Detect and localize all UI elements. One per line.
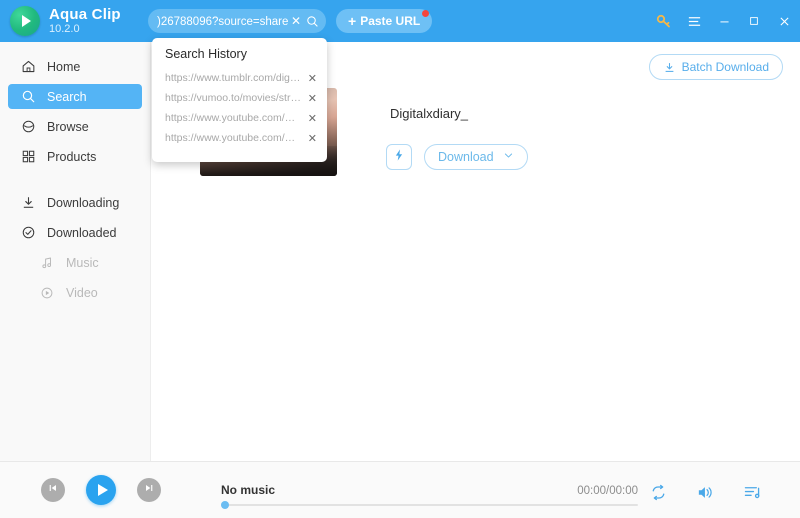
search-history-dropdown: Search History https://www.tumblr.com/di… [152, 38, 327, 162]
app-logo: Aqua Clip 10.2.0 [10, 6, 121, 36]
sidebar-item-label: Search [47, 89, 87, 104]
search-history-item[interactable]: https://vumoo.to/movies/stra... ✕ [152, 88, 327, 108]
sidebar-divider-space [0, 174, 150, 190]
title-bar: Aqua Clip 10.2.0 )26788096?source=share … [0, 0, 800, 42]
sidebar-item-label: Browse [47, 119, 89, 134]
history-url: https://www.tumblr.com/digita... [165, 72, 302, 84]
skip-next-icon [143, 481, 155, 499]
video-play-icon [40, 286, 57, 300]
logo-play-triangle-icon [22, 15, 31, 27]
repeat-icon[interactable] [649, 483, 668, 502]
music-note-icon [40, 256, 57, 270]
progress-knob[interactable] [221, 501, 229, 509]
search-icon [21, 89, 38, 104]
quick-download-button[interactable] [386, 144, 412, 170]
sidebar-item-label: Downloading [47, 195, 120, 210]
playlist-icon[interactable] [743, 483, 762, 502]
close-icon[interactable]: ✕ [308, 72, 317, 85]
play-circle-logo-icon [10, 6, 40, 36]
app-window: Aqua Clip 10.2.0 )26788096?source=share … [0, 0, 800, 518]
search-history-item[interactable]: https://www.youtube.com/wat... ✕ [152, 128, 327, 148]
sidebar-item-downloaded[interactable]: Downloaded [8, 220, 142, 245]
history-url: https://www.youtube.com/wat... [165, 112, 302, 124]
compass-icon [21, 119, 38, 134]
sidebar-item-label: Music [66, 255, 99, 270]
history-url: https://vumoo.to/movies/stra... [165, 92, 302, 104]
progress-bar[interactable] [221, 501, 638, 509]
close-icon[interactable]: ✕ [308, 132, 317, 145]
volume-icon[interactable] [696, 483, 715, 502]
sidebar-item-label: Video [66, 285, 98, 300]
result-title: Digitalxdiary_ [390, 106, 469, 121]
search-magnifier-icon[interactable] [306, 15, 319, 28]
lightning-bolt-icon [392, 148, 406, 167]
previous-button[interactable] [41, 478, 65, 502]
minimize-icon[interactable] [716, 13, 732, 29]
sidebar-item-music[interactable]: Music [8, 250, 142, 275]
result-actions: Download [386, 144, 528, 170]
track-info: No music 00:00/00:00 [221, 483, 638, 509]
download-button[interactable]: Download [424, 144, 528, 170]
plus-icon: + [348, 13, 357, 29]
home-icon [21, 59, 38, 74]
close-icon[interactable]: ✕ [308, 92, 317, 105]
batch-download-button[interactable]: Batch Download [648, 54, 783, 80]
check-circle-icon [21, 225, 38, 240]
sidebar-item-products[interactable]: Products [8, 144, 142, 169]
app-version: 10.2.0 [49, 22, 80, 35]
search-history-item[interactable]: https://www.tumblr.com/digita... ✕ [152, 68, 327, 88]
sidebar: Home Search Browse Products Downloading … [0, 42, 151, 461]
key-icon[interactable] [656, 13, 672, 29]
sidebar-item-label: Home [47, 59, 81, 74]
close-icon[interactable]: ✕ [308, 112, 317, 125]
search-input-value: )26788096?source=share [157, 15, 288, 28]
play-button[interactable] [86, 475, 116, 505]
download-icon [663, 61, 676, 74]
paste-url-button[interactable]: + Paste URL [336, 9, 433, 33]
track-name: No music [221, 483, 276, 497]
window-controls [656, 0, 792, 42]
chevron-down-icon[interactable] [503, 150, 514, 164]
play-icon [97, 484, 108, 496]
sidebar-item-search[interactable]: Search [8, 84, 142, 109]
sidebar-item-video[interactable]: Video [8, 280, 142, 305]
batch-download-label: Batch Download [681, 60, 769, 74]
next-button[interactable] [137, 478, 161, 502]
sidebar-item-label: Downloaded [47, 225, 117, 240]
search-clear-icon[interactable]: ✕ [291, 14, 301, 28]
grid-icon [21, 149, 38, 164]
brand-block: Aqua Clip 10.2.0 [49, 7, 121, 35]
notification-dot-badge [422, 10, 430, 17]
download-label: Download [438, 150, 494, 164]
playback-controls [41, 475, 161, 505]
maximize-icon[interactable] [746, 13, 762, 29]
close-icon[interactable] [776, 13, 792, 29]
download-icon [21, 195, 38, 210]
menu-icon[interactable] [686, 13, 702, 29]
player-right-controls [649, 483, 762, 502]
sidebar-item-browse[interactable]: Browse [8, 114, 142, 139]
player-bar: No music 00:00/00:00 [0, 461, 800, 518]
sidebar-item-label: Products [47, 149, 97, 164]
sidebar-item-home[interactable]: Home [8, 54, 142, 79]
paste-url-label: Paste URL [360, 14, 421, 28]
history-url: https://www.youtube.com/wat... [165, 132, 302, 144]
search-input[interactable]: )26788096?source=share ✕ [148, 9, 326, 33]
search-history-title: Search History [165, 47, 247, 61]
skip-previous-icon [47, 481, 59, 499]
app-title: Aqua Clip [49, 5, 121, 23]
sidebar-item-downloading[interactable]: Downloading [8, 190, 142, 215]
search-history-item[interactable]: https://www.youtube.com/wat... ✕ [152, 108, 327, 128]
track-time: 00:00/00:00 [577, 485, 638, 497]
